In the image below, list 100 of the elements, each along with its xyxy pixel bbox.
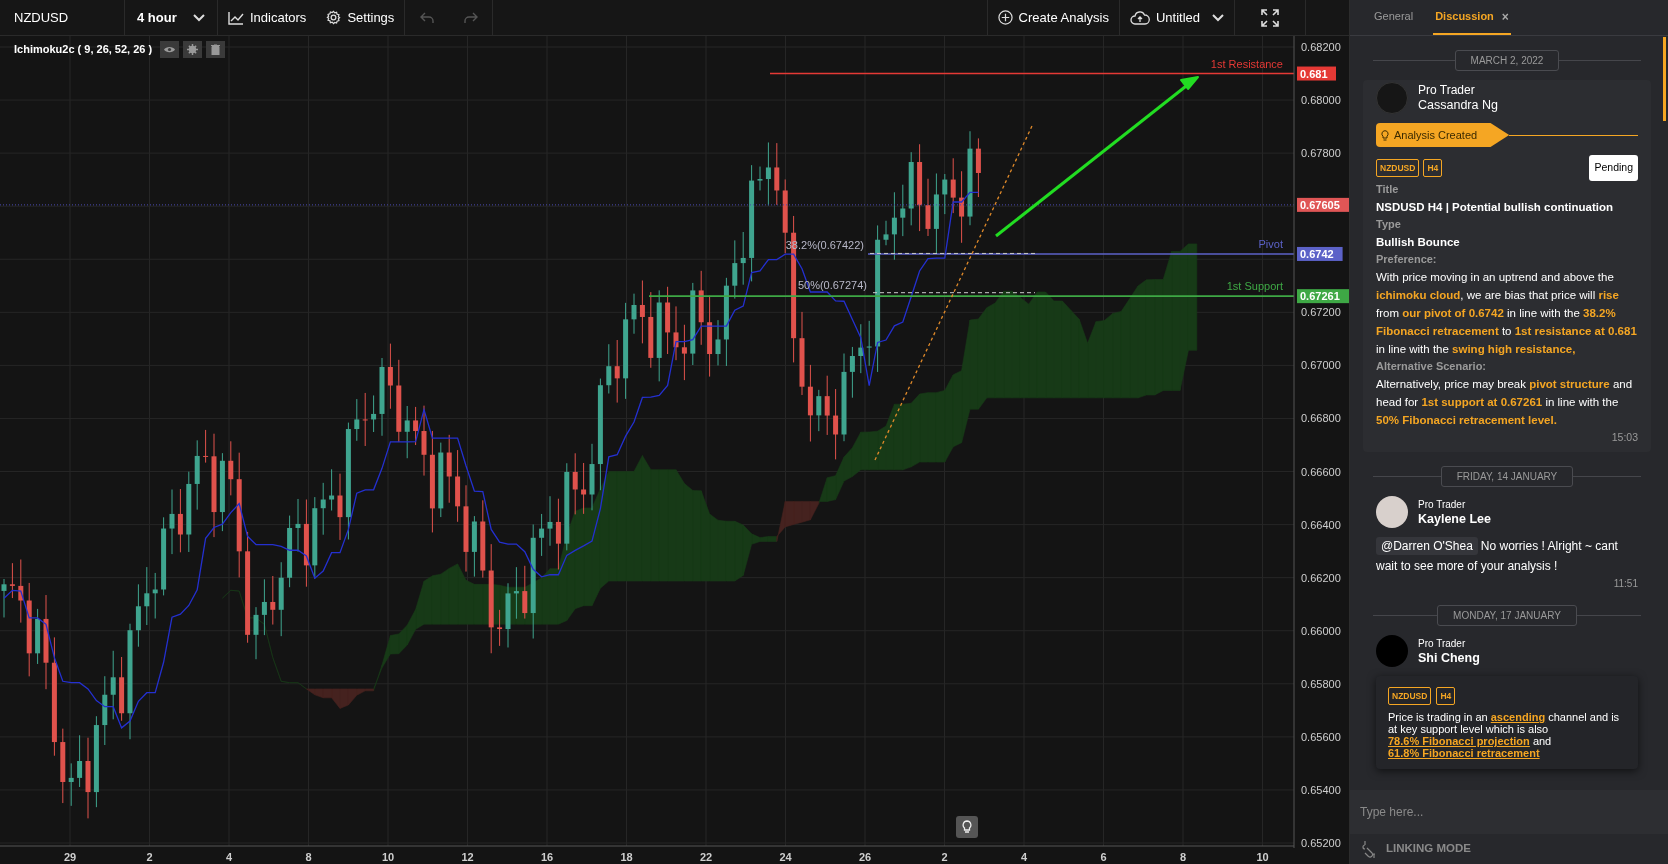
- candle: [589, 443, 595, 511]
- candle: [102, 675, 108, 746]
- candle: [925, 178, 931, 237]
- candle: [320, 482, 326, 536]
- indicator-legend: Ichimoku2c ( 9, 26, 52, 26 ): [14, 41, 153, 58]
- candle: [614, 339, 620, 404]
- candle: [295, 498, 301, 553]
- candle: [631, 293, 637, 335]
- field-value: With price moving in an uptrend and above the ichimoku cloud, we are bias that price will rise from our pivot of 0.6742 in line with the 38.2% Fibonacci retracement to 1st resistance at 0.681 in line with the swing high resistance,: [1376, 269, 1638, 357]
- candle: [110, 650, 116, 720]
- cloud-upload-icon: [1129, 10, 1150, 25]
- settings-icon: [187, 44, 199, 55]
- candle: [404, 405, 410, 459]
- trash-icon: [211, 44, 221, 55]
- price-axis-label: 0.65200: [1301, 837, 1341, 849]
- level-label: 1st Support: [1226, 280, 1283, 293]
- message-input[interactable]: Type here...: [1350, 790, 1668, 834]
- price-tag: 0.6742: [1297, 246, 1343, 261]
- candle: [421, 405, 427, 477]
- candle: [505, 582, 511, 648]
- price-tag: 0.681: [1297, 66, 1336, 81]
- price-axis-label: 0.68000: [1301, 94, 1341, 107]
- linking-mode-label[interactable]: LINKING MODE: [1386, 840, 1471, 858]
- panel-tab[interactable]: Discussion ×: [1433, 0, 1511, 35]
- redo-icon: [463, 11, 478, 24]
- candle: [522, 565, 528, 620]
- trend-line[interactable]: [874, 125, 1033, 461]
- link[interactable]: 61.8% Fibonacci retracement: [1388, 747, 1540, 760]
- symbol-label[interactable]: NZDUSD: [0, 0, 125, 35]
- price-axis-label: 0.65600: [1301, 730, 1341, 743]
- level-line[interactable]: [867, 253, 1295, 255]
- price-axis-label: 0.66800: [1301, 412, 1341, 425]
- avatar: [1376, 634, 1408, 667]
- chevron-down-icon: [1212, 13, 1224, 22]
- create-analysis-button[interactable]: Create Analysis: [986, 0, 1119, 35]
- price-axis-label: 0.67000: [1301, 359, 1341, 372]
- price-axis-label: 0.67800: [1301, 147, 1341, 160]
- candle: [135, 583, 141, 648]
- level-label: 1st Resistance: [1210, 57, 1283, 70]
- delete-button[interactable]: [206, 41, 226, 58]
- scrollbar-thumb[interactable]: [1663, 37, 1666, 121]
- price-axis-label: 0.67200: [1301, 306, 1341, 319]
- date-label: MARCH 2, 2022: [1454, 50, 1560, 71]
- candle: [849, 346, 855, 399]
- time-axis-label: 6: [1100, 851, 1107, 863]
- comment-text: @Darren O'Shea No worries ! Alright ~ cant wait to see more of your analysis !: [1376, 535, 1619, 575]
- level-line[interactable]: [769, 72, 1295, 75]
- candle: [35, 608, 41, 665]
- candle: [152, 572, 158, 619]
- candle: [144, 566, 150, 626]
- link[interactable]: ascending: [1490, 711, 1546, 724]
- tag: NZDUSD: [1376, 158, 1420, 178]
- time-axis-label: 2: [146, 851, 153, 863]
- idea-button[interactable]: [956, 816, 978, 838]
- candle: [9, 562, 15, 599]
- settings-icon: [326, 10, 342, 25]
- candle: [765, 141, 771, 206]
- settings-button[interactable]: Settings: [316, 0, 406, 35]
- fullscreen-icon: [1261, 8, 1279, 27]
- price-axis-label: 0.65400: [1301, 783, 1341, 796]
- level-label: Pivot: [1258, 237, 1283, 250]
- price-axis-label: 0.68200: [1301, 41, 1341, 53]
- candle: [270, 575, 276, 626]
- candle: [816, 389, 822, 432]
- candle: [228, 440, 234, 496]
- eye-icon: [163, 45, 177, 54]
- candle: [471, 515, 477, 578]
- timeframe-dropdown[interactable]: 4 hour: [125, 0, 218, 35]
- candle: [177, 488, 183, 553]
- candle: [681, 324, 687, 381]
- settings-button[interactable]: [183, 41, 203, 58]
- idea-text: Price is trading in an ascending channel and is at key support level which is also 78.6% Fibonacci projection and 61.8% Fibonacci retracement: [1388, 711, 1621, 760]
- time-axis-label: 22: [699, 851, 713, 863]
- candle: [639, 280, 645, 344]
- visibility-button[interactable]: [160, 41, 180, 58]
- field-label: Type: [1376, 216, 1402, 232]
- line-chart-icon: [228, 10, 244, 25]
- price-tag: 0.67261: [1297, 289, 1349, 304]
- field-label: Title: [1376, 181, 1400, 197]
- candle: [329, 468, 335, 512]
- candle: [757, 166, 763, 191]
- candle: [169, 489, 175, 555]
- candle: [581, 462, 587, 515]
- layout-dropdown[interactable]: Untitled: [1118, 0, 1235, 35]
- arrow[interactable]: [995, 76, 1199, 238]
- message-time: 11:51: [1613, 576, 1638, 591]
- indicators-button[interactable]: Indicators: [218, 0, 317, 35]
- candle: [858, 323, 864, 374]
- time-axis-label: 8: [1179, 851, 1187, 863]
- link[interactable]: 78.6% Fibonacci projection: [1388, 735, 1530, 748]
- time-axis-label: 18: [620, 851, 633, 863]
- chevron-down-icon: [193, 13, 205, 22]
- tag: H4: [1436, 686, 1456, 706]
- field-value: NSDUSD H4 | Potential bullish continuation: [1376, 199, 1615, 215]
- price-axis-label: 0.66400: [1301, 518, 1341, 531]
- panel-tab[interactable]: General: [1372, 0, 1416, 35]
- user-role: Pro Trader: [1418, 636, 1467, 651]
- candle: [446, 434, 452, 504]
- candle: [942, 173, 948, 215]
- field-value: Bullish Bounce: [1376, 234, 1461, 250]
